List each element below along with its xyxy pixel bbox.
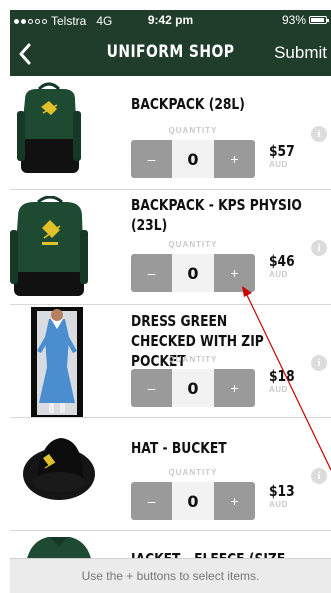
chevron-left-icon [19, 43, 31, 64]
product-price: $46 [269, 252, 295, 270]
quantity-stepper: – 0 + [131, 369, 255, 407]
quantity-label: QUANTITY [168, 126, 218, 135]
decrement-button[interactable]: – [131, 140, 172, 178]
product-price: $57 [269, 142, 295, 160]
info-icon[interactable]: i [311, 468, 327, 484]
footer-hint: Use the + buttons to select items. [10, 558, 331, 593]
product-image-fleece-jacket [27, 537, 91, 558]
battery-icon [309, 16, 329, 24]
quantity-value[interactable]: 0 [172, 140, 214, 178]
product-row: DRESS GREEN CHECKED WITH ZIP POCKET QUAN… [10, 305, 331, 418]
info-icon[interactable]: i [311, 126, 327, 142]
quantity-stepper: – 0 + [131, 482, 255, 520]
product-row: BACKPACK (28L) QUANTITY – 0 + $57 AUD i [10, 76, 331, 190]
price-currency: AUD [269, 385, 288, 394]
battery-info: 93% [281, 13, 329, 27]
quantity-value[interactable]: 0 [172, 369, 214, 407]
product-price: $18 [269, 367, 295, 385]
quantity-value[interactable]: 0 [172, 482, 214, 520]
decrement-button[interactable]: – [131, 482, 172, 520]
quantity-label: QUANTITY [168, 240, 218, 249]
quantity-stepper: – 0 + [131, 140, 255, 178]
product-row: JACKET - FLEECE (SIZE 16) [10, 531, 331, 558]
increment-button[interactable]: + [214, 254, 255, 292]
quantity-value[interactable]: 0 [172, 254, 214, 292]
submit-button[interactable]: Submit [274, 43, 327, 63]
quantity-label: QUANTITY [168, 355, 218, 364]
price-currency: AUD [269, 160, 288, 169]
product-name: BACKPACK - KPS PHYSIO (23L) [131, 196, 302, 234]
decrement-button[interactable]: – [131, 254, 172, 292]
price-currency: AUD [269, 500, 288, 509]
product-name: BACKPACK (28L) [131, 95, 245, 113]
product-image-backpack [13, 81, 85, 185]
status-bar: Telstra 4G 9:42 pm 93% [10, 10, 331, 31]
product-row: HAT - BUCKET QUANTITY – 0 + $13 AUD i [10, 418, 331, 531]
product-name: HAT - BUCKET [131, 439, 227, 457]
product-name: JACKET - FLEECE (SIZE 16) [131, 549, 311, 558]
battery-percent: 93% [281, 13, 306, 27]
product-price: $13 [269, 482, 295, 500]
page-title: UNIFORM SHOP [106, 42, 235, 62]
increment-button[interactable]: + [214, 369, 255, 407]
increment-button[interactable]: + [214, 482, 255, 520]
product-list: BACKPACK (28L) QUANTITY – 0 + $57 AUD i … [10, 76, 331, 558]
quantity-label: QUANTITY [168, 468, 218, 477]
product-row: BACKPACK - KPS PHYSIO (23L) QUANTITY – 0… [10, 190, 331, 305]
back-button[interactable] [10, 31, 40, 76]
price-currency: AUD [269, 270, 288, 279]
info-icon[interactable]: i [311, 355, 327, 371]
info-icon[interactable]: i [311, 240, 327, 256]
product-image-bucket-hat [21, 422, 97, 526]
decrement-button[interactable]: – [131, 369, 172, 407]
increment-button[interactable]: + [214, 140, 255, 178]
product-image-dress [31, 307, 83, 417]
product-image-backpack-physio [10, 196, 90, 302]
quantity-stepper: – 0 + [131, 254, 255, 292]
nav-bar: UNIFORM SHOP Submit [10, 31, 331, 76]
